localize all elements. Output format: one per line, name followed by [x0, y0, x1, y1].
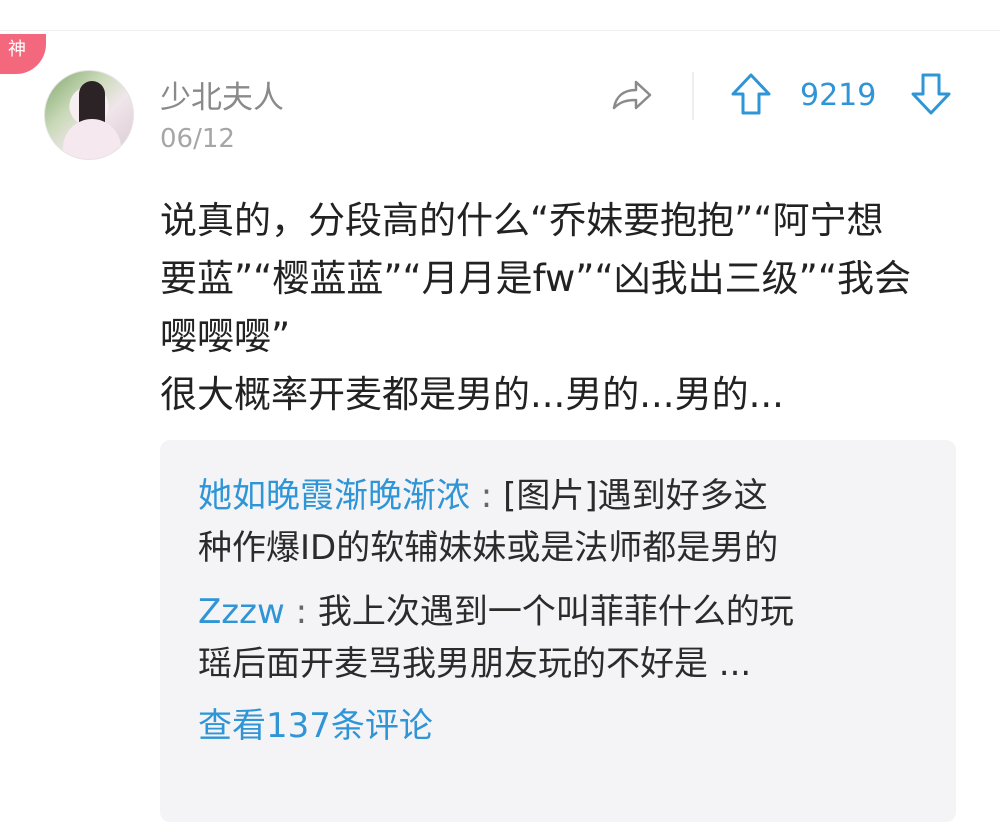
comment-author[interactable]: Zzzw — [198, 592, 285, 632]
username[interactable]: 少北夫人 — [160, 72, 284, 117]
comment-author[interactable]: 她如晚霞渐晚渐浓 — [198, 476, 470, 516]
post-body-line: 很大概率开麦都是男的...男的...男的... — [160, 373, 784, 416]
post-body-line: 说真的，分段高的什么“乔妹要抱抱”“阿宁想 — [160, 199, 884, 242]
post-body-line: 要蓝”“樱蓝蓝”“月月是fw”“凶我出三级”“我会 — [160, 257, 911, 300]
comment-separator: : — [470, 476, 504, 516]
comment-separator: : — [284, 592, 318, 632]
view-all-comments-link[interactable]: 查看137条评论 — [198, 700, 922, 752]
share-arrow-icon[interactable] — [610, 78, 654, 114]
comment-text: 我上次遇到一个叫菲菲什么的玩 — [317, 592, 794, 632]
arrow-up-icon[interactable] — [730, 72, 772, 116]
comment-item[interactable]: 她如晚霞渐晚渐浓 : [图片]遇到好多这 种作爆ID的软辅妹妹或是法师都是男的 — [198, 470, 922, 574]
avatar[interactable] — [44, 70, 134, 160]
vertical-divider — [692, 72, 694, 120]
comment-text: [图片]遇到好多这 — [503, 476, 768, 516]
top-divider — [0, 30, 1000, 31]
post-body: 说真的，分段高的什么“乔妹要抱抱”“阿宁想 要蓝”“樱蓝蓝”“月月是fw”“凶我… — [160, 192, 970, 424]
comments-preview-box[interactable]: 她如晚霞渐晚渐浓 : [图片]遇到好多这 种作爆ID的软辅妹妹或是法师都是男的 … — [160, 440, 956, 822]
comment-text: 瑶后面开麦骂我男朋友玩的不好是 ... — [198, 644, 752, 684]
vote-count: 9219 — [800, 78, 877, 113]
arrow-down-icon[interactable] — [910, 72, 952, 116]
comment-text: 种作爆ID的软辅妹妹或是法师都是男的 — [198, 528, 779, 568]
comment-line: Zzzw : 我上次遇到一个叫菲菲什么的玩 — [198, 586, 922, 638]
god-comment-badge: 神 — [0, 34, 46, 74]
avatar-dress-shape — [63, 119, 121, 159]
post-body-line: 嘤嘤嘤” — [160, 315, 291, 358]
comment-item[interactable]: Zzzw : 我上次遇到一个叫菲菲什么的玩 瑶后面开麦骂我男朋友玩的不好是 ..… — [198, 586, 922, 690]
post-date: 06/12 — [160, 124, 235, 154]
comment-line: 她如晚霞渐晚渐浓 : [图片]遇到好多这 — [198, 470, 922, 522]
